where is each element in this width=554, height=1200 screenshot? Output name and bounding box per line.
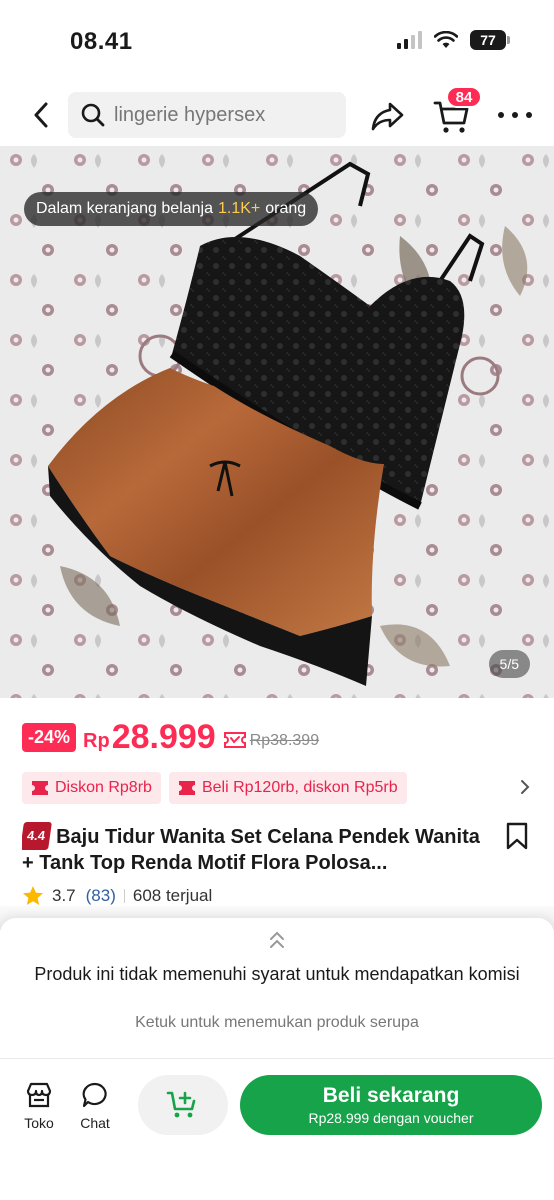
search-input[interactable] xyxy=(114,103,334,127)
promo-chip-bundle[interactable]: Beli Rp120rb, diskon Rp5rb xyxy=(168,772,407,804)
buy-now-price: Rp28.999 dengan voucher xyxy=(308,1110,474,1126)
battery-icon: 77 xyxy=(470,30,510,50)
chat-label: Chat xyxy=(80,1115,110,1131)
search-header: 84 xyxy=(0,86,554,144)
more-options-button[interactable] xyxy=(498,102,532,128)
star-icon xyxy=(23,886,43,905)
share-button[interactable] xyxy=(370,98,406,134)
dot-icon xyxy=(526,112,532,118)
bookmark-button[interactable] xyxy=(504,822,534,852)
shop-button[interactable]: Toko xyxy=(14,1081,64,1141)
rating-score: 3.7 xyxy=(52,886,76,905)
chat-button[interactable]: Chat xyxy=(70,1081,120,1141)
chevron-right-icon[interactable] xyxy=(518,776,532,798)
product-photo xyxy=(0,146,554,698)
promo-chip-discount[interactable]: Diskon Rp8rb xyxy=(22,772,161,804)
add-to-cart-button[interactable] xyxy=(138,1075,228,1135)
original-price: Rp38.399 xyxy=(249,732,320,749)
shop-label: Toko xyxy=(24,1115,54,1131)
cart-notice-count: 1.1K+ xyxy=(218,200,261,217)
back-button[interactable] xyxy=(24,96,58,134)
sale-event-badge: 4.4 xyxy=(22,822,53,850)
chevron-left-icon xyxy=(34,102,48,128)
dot-icon xyxy=(498,112,504,118)
bookmark-icon xyxy=(506,822,528,850)
price-currency: Rp xyxy=(83,729,110,752)
cart-popularity-badge: Dalam keranjang belanja 1.1K+ orang xyxy=(24,192,319,226)
product-title-text: Baju Tidur Wanita Set Celana Pendek Wani… xyxy=(22,826,480,874)
find-similar-link[interactable]: Ketuk untuk menemukan produk serupa xyxy=(30,1014,524,1032)
promo-chip-label: Beli Rp120rb, diskon Rp5rb xyxy=(201,779,398,796)
product-image[interactable]: Dalam keranjang belanja 1.1K+ orang 5/5 xyxy=(0,146,554,698)
store-icon xyxy=(26,1082,52,1108)
cart-count-badge: 84 xyxy=(446,86,482,108)
price-row: -24% Rp 28.999 Rp38.399 xyxy=(22,714,319,760)
image-counter: 5/5 xyxy=(488,650,530,678)
bottom-action-bar: Toko Chat Beli sekarang Rp28.999 dengan … xyxy=(0,1058,554,1200)
promo-chip-label: Diskon Rp8rb xyxy=(55,779,152,796)
product-title: 4.4 Baju Tidur Wanita Set Celana Pendek W… xyxy=(22,822,532,876)
divider xyxy=(123,889,125,903)
promo-row[interactable]: Diskon Rp8rb Beli Rp120rb, diskon Rp5rb xyxy=(22,772,542,804)
price-value: 28.999 xyxy=(111,717,216,756)
wifi-icon xyxy=(434,31,458,48)
share-icon xyxy=(371,102,404,131)
cellular-signal-icon xyxy=(397,31,422,49)
commission-message: Produk ini tidak memenuhi syarat untuk m… xyxy=(34,964,520,984)
dot-icon xyxy=(512,112,518,118)
cart-plus-icon xyxy=(166,1091,196,1118)
product-title-row: 4.4 Baju Tidur Wanita Set Celana Pendek W… xyxy=(22,822,532,876)
search-icon xyxy=(81,103,105,127)
chat-icon xyxy=(82,1082,107,1108)
status-bar: 08.41 77 xyxy=(0,0,554,80)
buy-now-button[interactable]: Beli sekarang Rp28.999 dengan voucher xyxy=(240,1075,542,1135)
cart-notice-prefix: Dalam keranjang belanja xyxy=(36,200,213,217)
status-time: 08.41 xyxy=(70,28,133,55)
commission-sheet[interactable]: Produk ini tidak memenuhi syarat untuk m… xyxy=(0,918,554,1058)
coupon-icon xyxy=(32,781,48,795)
chevron-double-up-icon[interactable] xyxy=(264,930,290,950)
search-bar[interactable] xyxy=(68,92,346,138)
review-count[interactable]: (83) xyxy=(86,886,116,906)
cart-notice-suffix: orang xyxy=(265,200,307,217)
status-icons: 77 xyxy=(397,30,510,50)
buy-now-label: Beli sekarang xyxy=(322,1084,460,1107)
coupon-icon xyxy=(178,781,195,795)
sold-count: 608 terjual xyxy=(132,886,213,905)
discount-badge: -24% xyxy=(22,722,77,752)
voucher-icon xyxy=(223,732,246,748)
